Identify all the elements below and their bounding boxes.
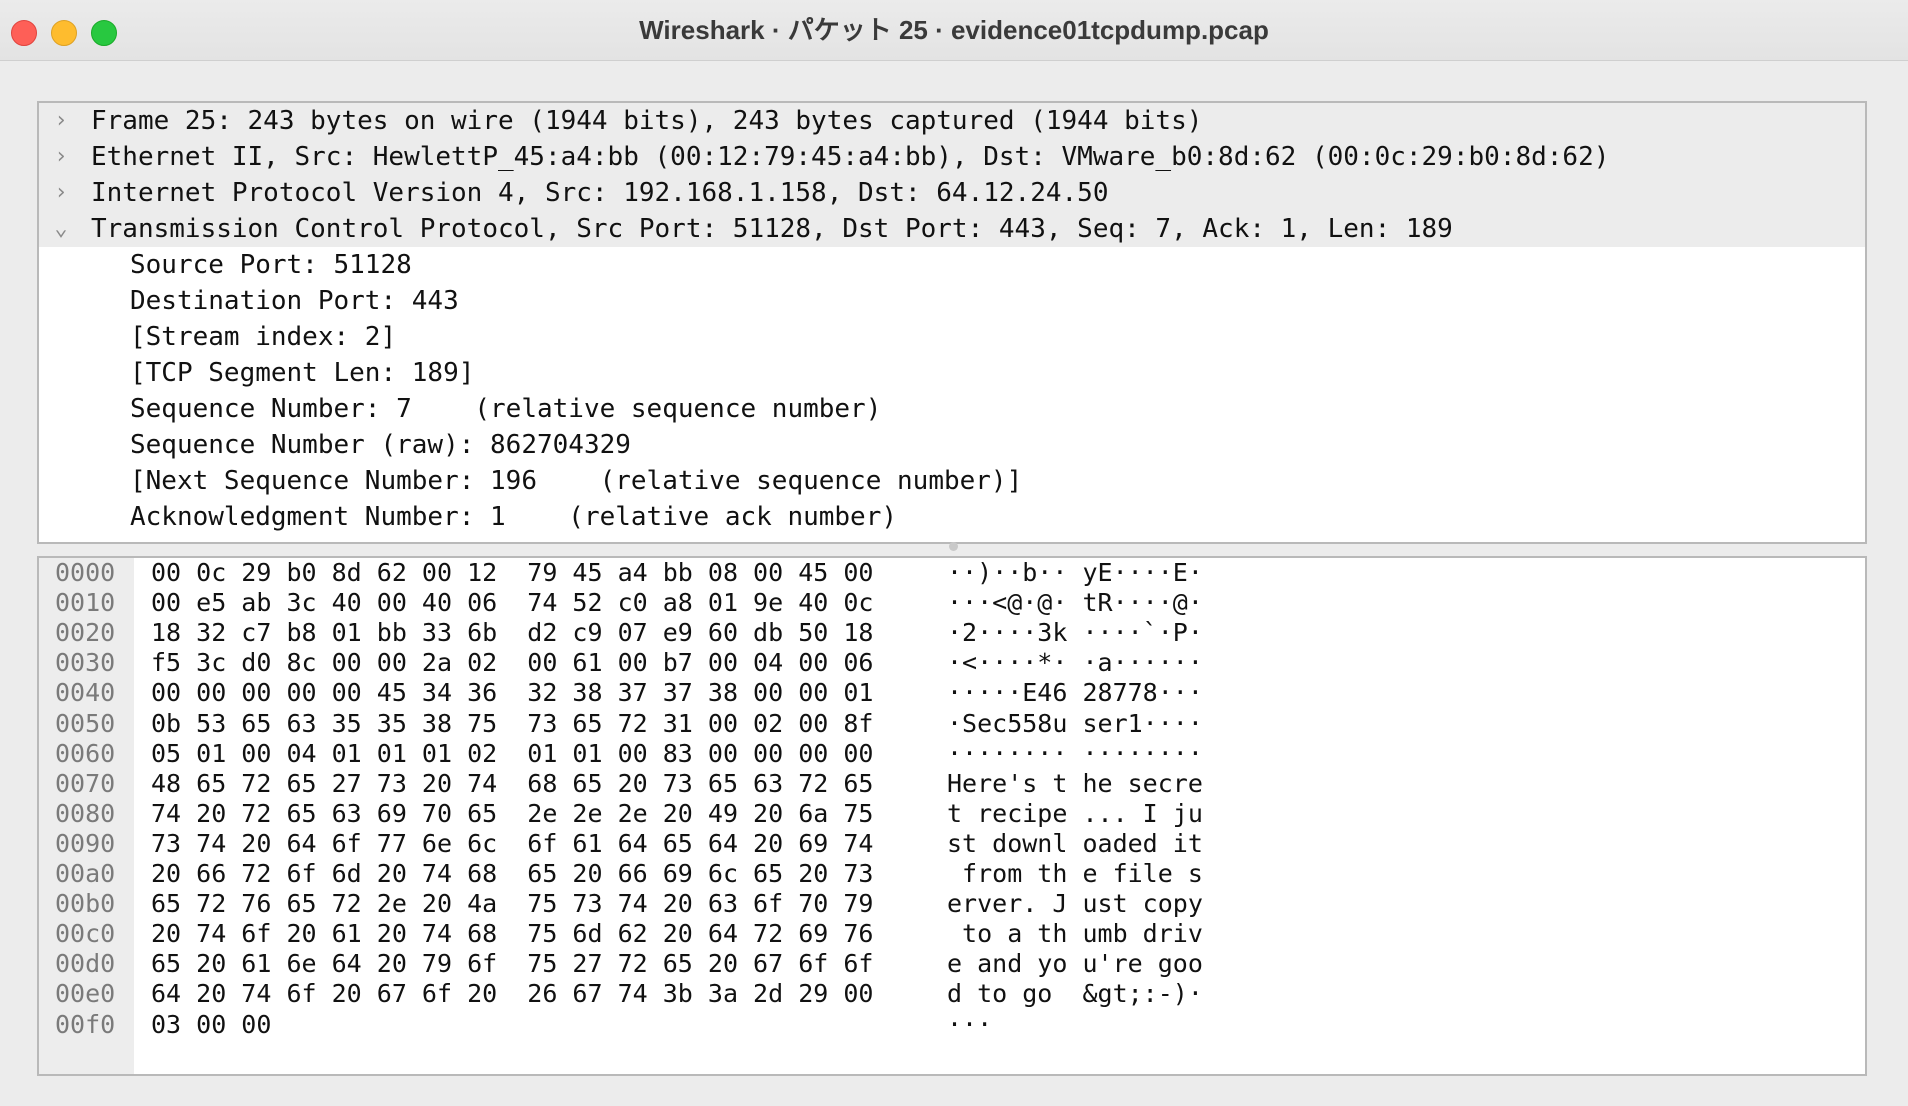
- hex-bytes[interactable]: 73 74 20 64 6f 77 6e 6c 6f 61 64 65 64 2…: [151, 829, 873, 859]
- ascii-text[interactable]: ··)··b·· yE····E·: [947, 558, 1203, 588]
- ascii-text[interactable]: e and yo u're goo: [947, 949, 1203, 979]
- ascii-text[interactable]: t recipe ... I ju: [947, 799, 1203, 829]
- ascii-text[interactable]: ·2····3k ····`·P·: [947, 618, 1203, 648]
- hex-offset[interactable]: 0000: [55, 558, 115, 588]
- ascii-text[interactable]: from th e file s: [947, 859, 1203, 889]
- packet-details-pane[interactable]: › Frame 25: 243 bytes on wire (1944 bits)…: [37, 101, 1867, 544]
- tree-item-label: Internet Protocol Version 4, Src: 192.16…: [91, 178, 1109, 208]
- tree-item-label: Source Port: 51128: [130, 250, 412, 280]
- hex-offset[interactable]: 00d0: [55, 949, 115, 979]
- hex-offset[interactable]: 0080: [55, 799, 115, 829]
- tree-item-label: Destination Port: 443: [130, 286, 459, 316]
- tree-item-protocol[interactable]: ⌄ Transmission Control Protocol, Src Port…: [39, 211, 1865, 247]
- hex-bytes[interactable]: 64 20 74 6f 20 67 6f 20 26 67 74 3b 3a 2…: [151, 979, 873, 1009]
- ascii-text[interactable]: erver. J ust copy: [947, 889, 1203, 919]
- hex-offset[interactable]: 0020: [55, 618, 115, 648]
- hex-bytes[interactable]: 00 e5 ab 3c 40 00 40 06 74 52 c0 a8 01 9…: [151, 588, 873, 618]
- ascii-text[interactable]: ········ ········: [947, 739, 1203, 769]
- chevron-right-icon[interactable]: ›: [49, 139, 73, 175]
- tree-item-label: [Stream index: 2]: [130, 322, 397, 352]
- tree-item-label: Frame 25: 243 bytes on wire (1944 bits),…: [91, 106, 1203, 136]
- hex-bytes[interactable]: 05 01 00 04 01 01 01 02 01 01 00 83 00 0…: [151, 739, 873, 769]
- hex-bytes[interactable]: 48 65 72 65 27 73 20 74 68 65 20 73 65 6…: [151, 769, 873, 799]
- hex-offset[interactable]: 0090: [55, 829, 115, 859]
- hex-bytes[interactable]: 03 00 00: [151, 1010, 271, 1040]
- hex-offset[interactable]: 00f0: [55, 1010, 115, 1040]
- hex-bytes[interactable]: f5 3c d0 8c 00 00 2a 02 00 61 00 b7 00 0…: [151, 648, 873, 678]
- tree-item-label: [TCP Segment Len: 189]: [130, 358, 475, 388]
- tree-item-label: Transmission Control Protocol, Src Port:…: [91, 214, 1453, 244]
- hex-bytes[interactable]: 20 74 6f 20 61 20 74 68 75 6d 62 20 64 7…: [151, 919, 873, 949]
- chevron-right-icon[interactable]: ›: [49, 175, 73, 211]
- tree-item-field[interactable]: [Next Sequence Number: 196 (relative seq…: [39, 463, 1865, 499]
- ascii-text[interactable]: to a th umb driv: [947, 919, 1203, 949]
- hex-bytes[interactable]: 18 32 c7 b8 01 bb 33 6b d2 c9 07 e9 60 d…: [151, 618, 873, 648]
- hex-offset[interactable]: 0010: [55, 588, 115, 618]
- tree-item-field[interactable]: Sequence Number (raw): 862704329: [39, 427, 1865, 463]
- pane-splitter[interactable]: [37, 542, 1867, 554]
- title-bar: Wireshark · パケット 25 · evidence01tcpdump.…: [0, 0, 1908, 61]
- tree-item-field[interactable]: Acknowledgment Number: 1 (relative ack n…: [39, 499, 1865, 535]
- hex-offset[interactable]: 0060: [55, 739, 115, 769]
- packet-bytes-pane[interactable]: 0000 00 0c 29 b0 8d 62 00 12 79 45 a4 bb …: [37, 556, 1867, 1076]
- ascii-text[interactable]: Here's t he secre: [947, 769, 1203, 799]
- tree-item-label: Acknowledgment Number: 1 (relative ack n…: [130, 502, 898, 532]
- hex-offset[interactable]: 0070: [55, 769, 115, 799]
- hex-bytes[interactable]: 00 0c 29 b0 8d 62 00 12 79 45 a4 bb 08 0…: [151, 558, 873, 588]
- ascii-text[interactable]: st downl oaded it: [947, 829, 1203, 859]
- splitter-handle[interactable]: [949, 542, 958, 551]
- window-title: Wireshark · パケット 25 · evidence01tcpdump.…: [639, 15, 1269, 45]
- hex-bytes[interactable]: 0b 53 65 63 35 35 38 75 73 65 72 31 00 0…: [151, 709, 873, 739]
- tree-item-field[interactable]: Source Port: 51128: [39, 247, 1865, 283]
- tree-item-protocol[interactable]: › Ethernet II, Src: HewlettP_45:a4:bb (00…: [39, 139, 1865, 175]
- tree-item-label: Sequence Number (raw): 862704329: [130, 430, 631, 460]
- hex-offset[interactable]: 0050: [55, 709, 115, 739]
- tree-item-field[interactable]: Sequence Number: 7 (relative sequence nu…: [39, 391, 1865, 427]
- hex-offset[interactable]: 0030: [55, 648, 115, 678]
- chevron-right-icon[interactable]: ›: [49, 103, 73, 139]
- ascii-text[interactable]: ···<@·@· tR····@·: [947, 588, 1203, 618]
- tree-item-label: Sequence Number: 7 (relative sequence nu…: [130, 394, 882, 424]
- tree-item-protocol[interactable]: › Frame 25: 243 bytes on wire (1944 bits)…: [39, 103, 1865, 139]
- tree-item-field[interactable]: Destination Port: 443: [39, 283, 1865, 319]
- tree-item-field[interactable]: [TCP Segment Len: 189]: [39, 355, 1865, 391]
- hex-bytes[interactable]: 65 72 76 65 72 2e 20 4a 75 73 74 20 63 6…: [151, 889, 873, 919]
- tree-item-protocol[interactable]: › Internet Protocol Version 4, Src: 192.1…: [39, 175, 1865, 211]
- hex-offset[interactable]: 0040: [55, 678, 115, 708]
- tree-item-label: [Next Sequence Number: 196 (relative seq…: [130, 466, 1023, 496]
- ascii-text[interactable]: d to go &gt;:-)·: [947, 979, 1203, 1009]
- hex-offset[interactable]: 00e0: [55, 979, 115, 1009]
- chevron-down-icon[interactable]: ⌄: [49, 211, 73, 247]
- ascii-text[interactable]: ·<····*· ·a······: [947, 648, 1203, 678]
- tree-item-field[interactable]: [Stream index: 2]: [39, 319, 1865, 355]
- ascii-text[interactable]: ·Sec558u ser1····: [947, 709, 1203, 739]
- hex-bytes[interactable]: 00 00 00 00 00 45 34 36 32 38 37 37 38 0…: [151, 678, 873, 708]
- tree-item-label: Ethernet II, Src: HewlettP_45:a4:bb (00:…: [91, 142, 1610, 172]
- hex-offset[interactable]: 00a0: [55, 859, 115, 889]
- hex-bytes[interactable]: 65 20 61 6e 64 20 79 6f 75 27 72 65 20 6…: [151, 949, 873, 979]
- ascii-text[interactable]: ·····E46 28778···: [947, 678, 1203, 708]
- hex-bytes[interactable]: 74 20 72 65 63 69 70 65 2e 2e 2e 20 49 2…: [151, 799, 873, 829]
- ascii-text[interactable]: ···: [947, 1010, 992, 1040]
- hex-offset[interactable]: 00c0: [55, 919, 115, 949]
- hex-offset[interactable]: 00b0: [55, 889, 115, 919]
- hex-bytes[interactable]: 20 66 72 6f 6d 20 74 68 65 20 66 69 6c 6…: [151, 859, 873, 889]
